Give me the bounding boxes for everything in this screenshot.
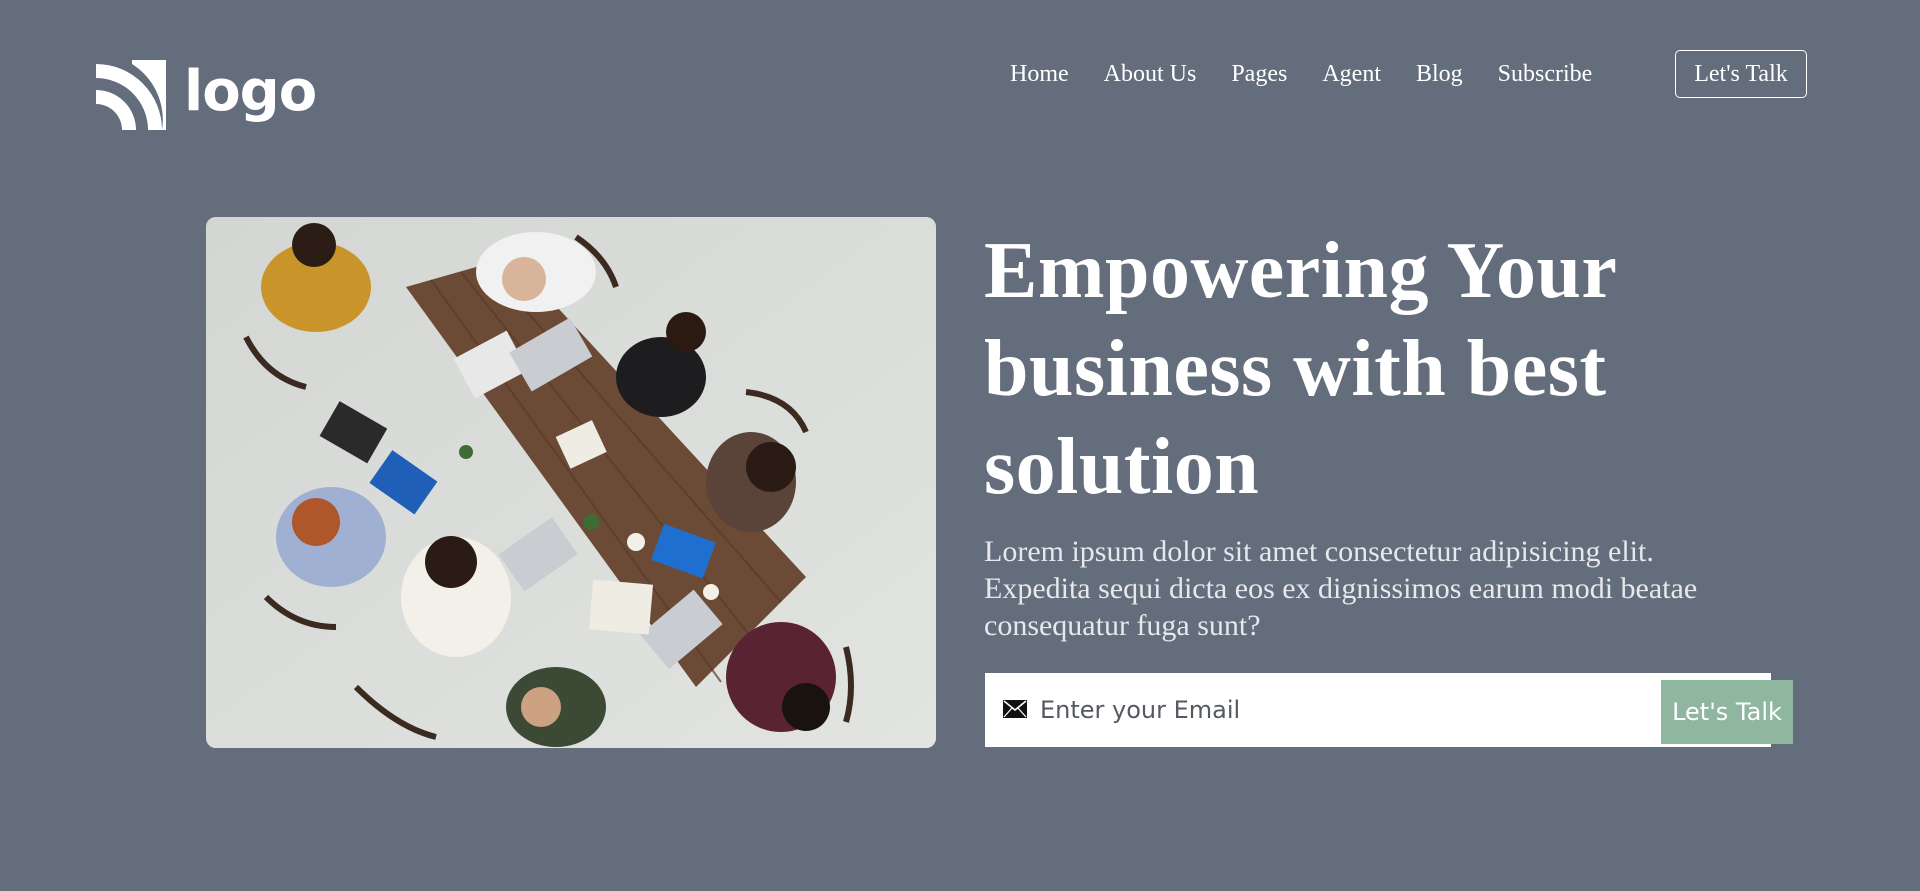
team-meeting-photo — [206, 217, 936, 748]
logo-text: logo — [184, 59, 317, 124]
nav-item-home[interactable]: Home — [1010, 61, 1069, 88]
signup-lets-talk-button[interactable]: Let's Talk — [1661, 680, 1793, 744]
nav-item-about-us[interactable]: About Us — [1104, 61, 1197, 88]
envelope-icon — [1003, 700, 1027, 718]
header-lets-talk-button[interactable]: Let's Talk — [1675, 50, 1807, 98]
signal-arcs-icon — [96, 60, 166, 130]
main-nav: Home About Us Pages Agent Blog Subscribe — [1010, 50, 1592, 98]
logo[interactable]: logo — [96, 59, 317, 130]
nav-item-subscribe[interactable]: Subscribe — [1498, 61, 1593, 88]
email-input[interactable] — [1040, 673, 1640, 747]
nav-item-blog[interactable]: Blog — [1416, 61, 1463, 88]
nav-item-agent[interactable]: Agent — [1322, 61, 1381, 88]
hero-description: Lorem ipsum dolor sit amet consectetur a… — [984, 535, 1698, 642]
email-signup-form — [985, 673, 1771, 747]
nav-item-pages[interactable]: Pages — [1231, 61, 1287, 88]
hero-heading: Empowering Your business with best solut… — [984, 227, 1616, 511]
